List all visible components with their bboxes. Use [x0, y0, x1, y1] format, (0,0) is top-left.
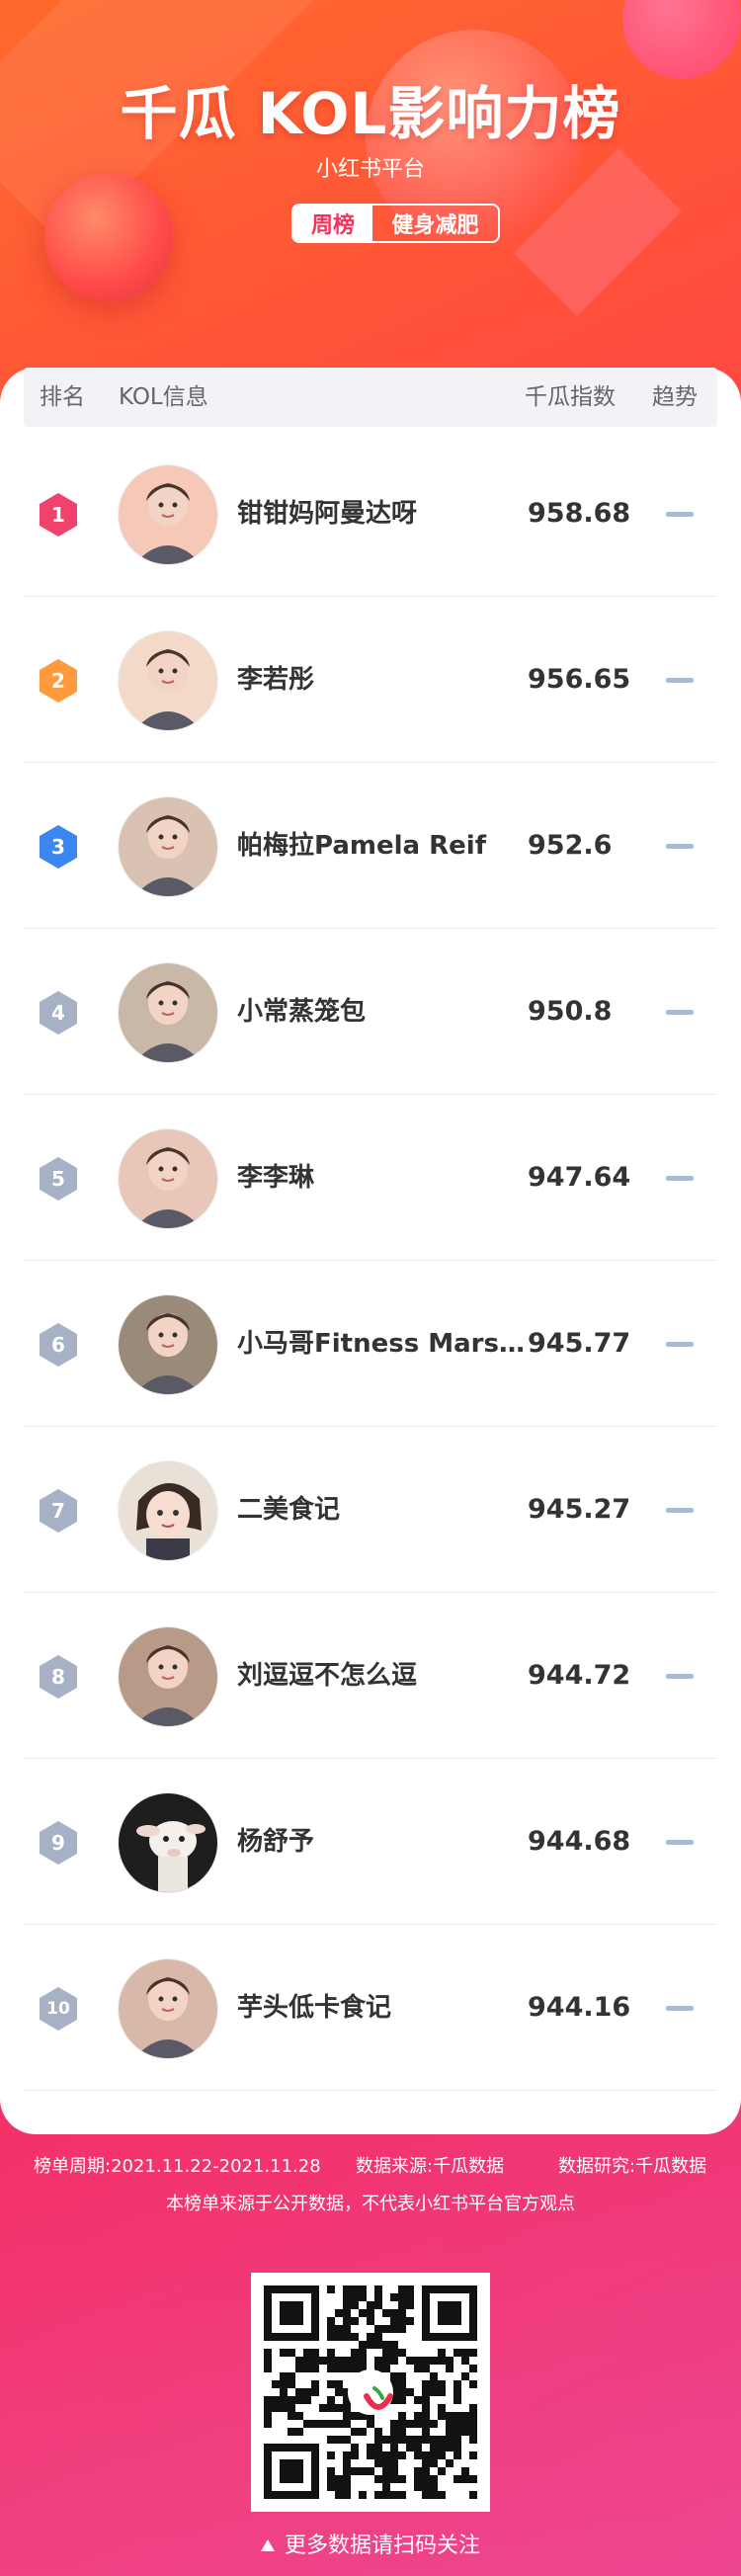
rank-badge: 5 [38, 1156, 79, 1202]
kol-name[interactable]: 刘逗逗不怎么逗 [237, 1593, 534, 1759]
kol-name[interactable]: 二美食记 [237, 1427, 534, 1593]
avatar[interactable] [119, 1627, 217, 1726]
kol-name[interactable]: 钳钳妈阿曼达呀 [237, 431, 534, 597]
rank-number: 10 [46, 1999, 70, 2019]
rank-number: 4 [51, 1001, 65, 1025]
rank-number: 6 [51, 1333, 65, 1357]
table-row[interactable]: 4 小常蒸笼包 950.8 [24, 929, 717, 1095]
tag-category[interactable]: 健身减肥 [372, 206, 498, 241]
rank-badge: 2 [38, 658, 79, 704]
brand-logo-icon [348, 2369, 393, 2415]
avatar[interactable] [119, 797, 217, 896]
rank-number: 7 [51, 1499, 65, 1523]
rank-badge: 4 [38, 990, 79, 1036]
rank-badge: 10 [38, 1986, 79, 2032]
footer-info: 榜单周期:2021.11.22-2021.11.28 数据来源:千瓜数据 数据研… [0, 2152, 741, 2182]
table-row[interactable]: 2 李若彤 956.65 [24, 597, 717, 763]
column-header-trend: 趋势 [652, 384, 698, 410]
kol-name[interactable]: 李若彤 [237, 597, 534, 763]
rank-number: 5 [51, 1167, 65, 1191]
table-row[interactable]: 1 钳钳妈阿曼达呀 958.68 [24, 431, 717, 597]
column-header-kol: KOL信息 [119, 384, 208, 410]
kol-score: 944.16 [528, 1992, 631, 2023]
rank-badge: 3 [38, 824, 79, 870]
avatar[interactable] [119, 1129, 217, 1228]
table-header: 排名 KOL信息 千瓜指数 趋势 [24, 368, 717, 427]
avatar[interactable] [119, 465, 217, 564]
trend-flat-icon [666, 1840, 694, 1845]
avatar[interactable] [119, 631, 217, 730]
table-row[interactable]: 9 杨舒予 944.68 [24, 1759, 717, 1925]
table-row[interactable]: 10 芋头低卡食记 944.16 [24, 1925, 717, 2091]
kol-score: 950.8 [528, 996, 613, 1027]
avatar[interactable] [119, 1959, 217, 2058]
trend-flat-icon [666, 1010, 694, 1015]
page-header: 千瓜 KOL影响力榜 小红书平台 周榜 健身减肥 [0, 0, 741, 366]
kol-score: 947.64 [528, 1162, 631, 1193]
category-tag: 周榜 健身减肥 [291, 204, 500, 243]
avatar[interactable] [119, 963, 217, 1062]
platform-label: 小红书平台 [315, 157, 425, 182]
avatar[interactable] [119, 1295, 217, 1394]
kol-score: 944.72 [528, 1660, 631, 1691]
rank-number: 3 [51, 835, 65, 859]
column-header-rank: 排名 [40, 384, 85, 410]
table-row[interactable]: 7 二美食记 945.27 [24, 1427, 717, 1593]
triangle-up-icon [260, 2539, 275, 2551]
kol-name[interactable]: 帕梅拉Pamela Reif [237, 763, 534, 929]
tag-period[interactable]: 周榜 [293, 206, 372, 241]
rank-badge: 9 [38, 1820, 79, 1866]
kol-name[interactable]: 李李琳 [237, 1095, 534, 1261]
rank-number: 2 [51, 669, 65, 693]
page-title: 千瓜 KOL影响力榜 [120, 80, 621, 147]
rank-badge: 8 [38, 1654, 79, 1700]
kol-name[interactable]: 小常蒸笼包 [237, 929, 534, 1095]
footer-source: 数据来源:千瓜数据 [356, 2156, 505, 2177]
avatar[interactable] [119, 1461, 217, 1560]
trend-flat-icon [666, 1508, 694, 1513]
rank-number: 8 [51, 1665, 65, 1689]
ranking-card: 排名 KOL信息 千瓜指数 趋势 1 钳钳妈阿曼达呀 958.68 2 李若彤 956.6… [0, 368, 741, 2134]
kol-score: 952.6 [528, 830, 613, 861]
kol-score: 958.68 [528, 498, 631, 529]
avatar[interactable] [119, 1793, 217, 1892]
qr-code[interactable] [251, 2273, 490, 2512]
footer-research: 数据研究:千瓜数据 [558, 2156, 707, 2177]
rank-number: 9 [51, 1831, 65, 1855]
rank-badge: 1 [38, 492, 79, 538]
trend-flat-icon [666, 1674, 694, 1679]
kol-name[interactable]: 芋头低卡食记 [237, 1925, 534, 2091]
trend-flat-icon [666, 1342, 694, 1347]
kol-score: 945.77 [528, 1328, 631, 1359]
column-header-index: 千瓜指数 [525, 384, 616, 410]
footer-period: 榜单周期:2021.11.22-2021.11.28 [34, 2156, 321, 2177]
rank-badge: 6 [38, 1322, 79, 1368]
kol-name[interactable]: 杨舒予 [237, 1759, 534, 1925]
trend-flat-icon [666, 844, 694, 849]
scan-tip-text: 更多数据请扫码关注 [284, 2534, 480, 2558]
table-row[interactable]: 6 小马哥Fitness Marsh... 945.77 [24, 1261, 717, 1427]
table-row[interactable]: 8 刘逗逗不怎么逗 944.72 [24, 1593, 717, 1759]
trend-flat-icon [666, 678, 694, 683]
trend-flat-icon [666, 2006, 694, 2011]
footer-disclaimer: 本榜单来源于公开数据，不代表小红书平台官方观点 [166, 2194, 575, 2214]
scan-tip: 更多数据请扫码关注 [0, 2528, 741, 2559]
kol-name[interactable]: 小马哥Fitness Marsh... [237, 1261, 534, 1427]
rank-number: 1 [51, 503, 65, 527]
kol-score: 956.65 [528, 664, 631, 695]
rank-badge: 7 [38, 1488, 79, 1534]
table-row[interactable]: 5 李李琳 947.64 [24, 1095, 717, 1261]
trend-flat-icon [666, 512, 694, 517]
kol-score: 944.68 [528, 1826, 631, 1857]
kol-score: 945.27 [528, 1494, 631, 1525]
trend-flat-icon [666, 1176, 694, 1181]
table-row[interactable]: 3 帕梅拉Pamela Reif 952.6 [24, 763, 717, 929]
